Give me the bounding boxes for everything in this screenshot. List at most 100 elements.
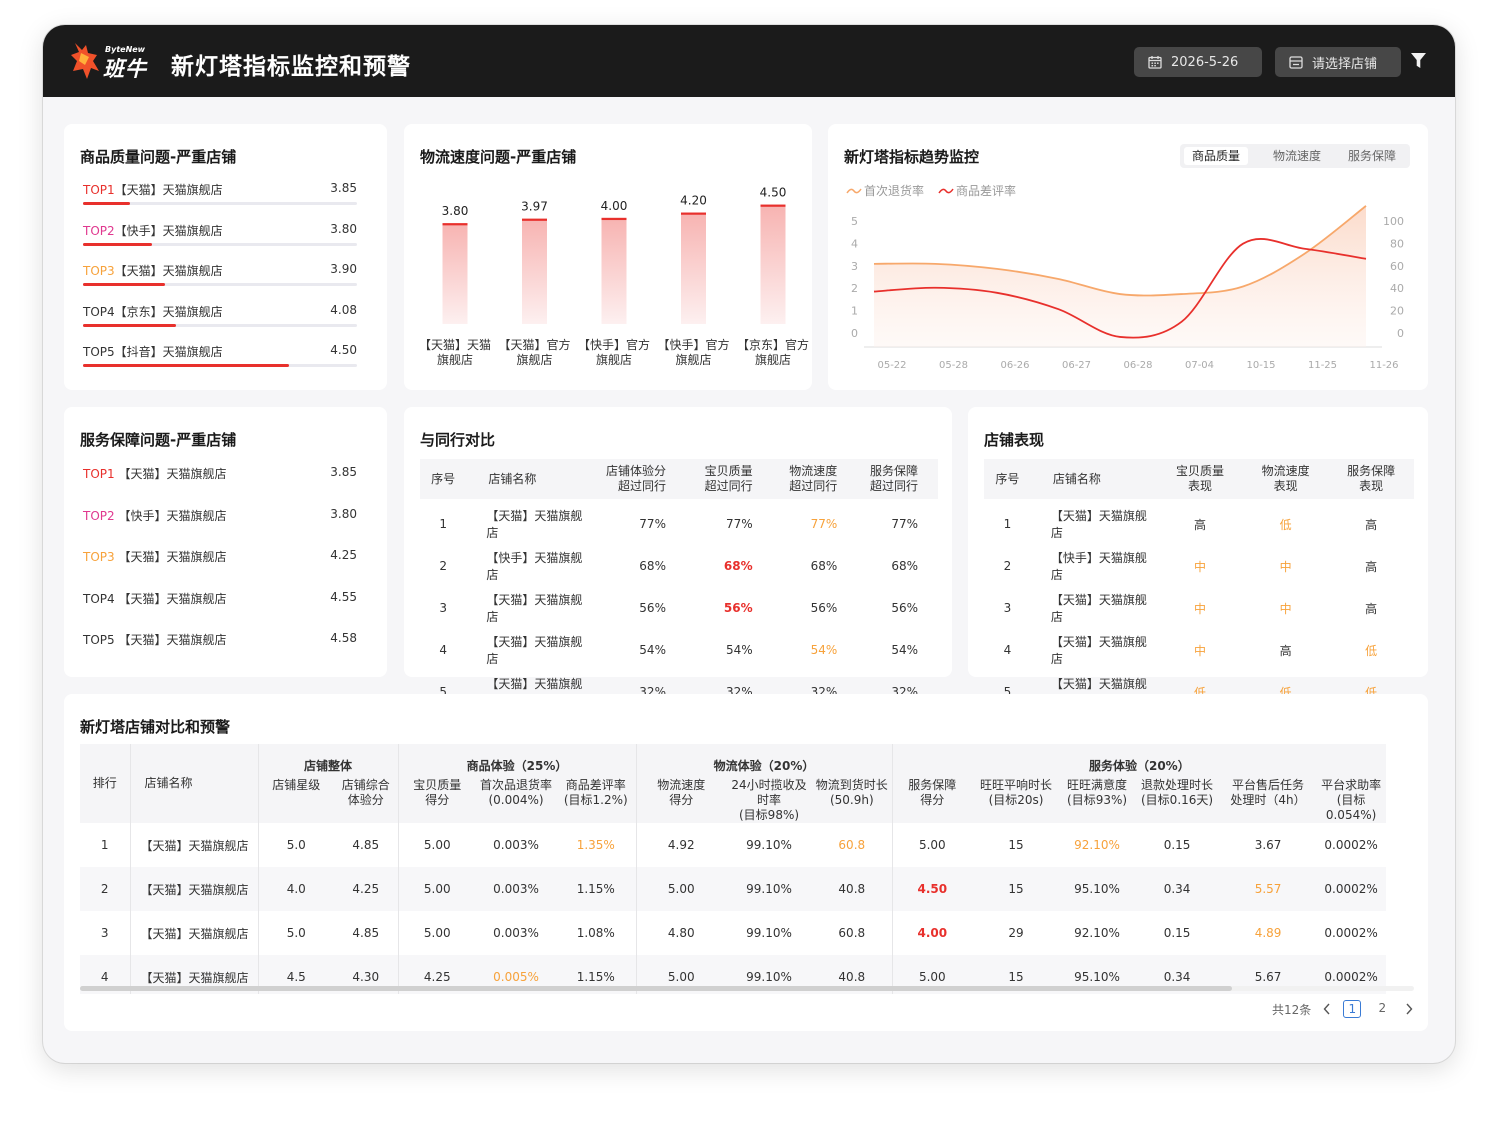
banniu-logo: ByteNew 班牛 [69,41,153,83]
x-axis-tick: 11-26 [1369,360,1398,371]
x-axis-tick: 06-26 [1000,360,1029,371]
date-picker-button[interactable]: 2026-5-26 [1134,47,1262,77]
table-row[interactable]: 2 【快手】天猫旗舰店 68% 68% 68% 68% [420,541,938,583]
list-item[interactable]: TOP5 【天猫】天猫旗舰店 4.58 [83,631,357,648]
table-row[interactable]: 3 【天猫】天猫旗舰店 中 中 高 [984,583,1414,625]
quality-card-title: 商品质量问题-严重店铺 [80,148,237,166]
rank-label: TOP5 [83,345,115,359]
table-cell: 5.00 [636,867,727,911]
table-cell: 中 [1193,601,1206,616]
store-name: 【天猫】天猫旗舰店 [118,591,227,606]
progress-track [83,283,357,286]
list-item[interactable]: TOP4 【天猫】天猫旗舰店 4.55 [83,590,357,607]
store-name: 【天猫】天猫旗舰店 [114,183,223,197]
store-select-button[interactable]: 请选择店铺 [1275,47,1401,77]
rank-label: TOP5 [83,633,119,647]
table-cell: 99.10% [746,838,792,852]
list-item[interactable]: TOP1【天猫】天猫旗舰店 3.85 [83,181,357,205]
table-cell: 15 [1008,838,1024,852]
list-item[interactable]: TOP2【快手】天猫旗舰店 3.80 [83,222,357,246]
trend-monitor-card: 新灯塔指标趋势监控 商品质量 物流速度 服务保障 首次退货率 商品差评率 012… [828,124,1428,390]
compare-table-scroll[interactable]: 排行 店铺名称 店铺整体 商品体验（25%） 物流体验（20%） 服务体验（20%） 店铺星… [80,744,1414,994]
table-cell: 4 [1003,643,1012,657]
table-cell: 40.8 [812,867,893,911]
table-row[interactable]: 3 【天猫】天猫旗舰店 5.0 4.85 5.00 0.003% 1.08% 4.80 99.1… [80,911,1386,955]
table-cell: 【快手】天猫旗舰店 [486,551,583,582]
column-header: 物流速度 超过同行 [766,459,852,499]
page-number[interactable]: 2 [1373,1000,1391,1018]
table-header-row: 序号 店铺名称 宝贝质量 表现 物流速度 表现 服务保障 表现 [984,459,1414,499]
column-header: 店铺综合 体验分 [334,778,399,823]
table-cell: 54% [891,643,918,657]
list-item[interactable]: TOP1 【天猫】天猫旗舰店 3.85 [83,465,357,482]
table-cell: 高 [1365,559,1378,574]
dashboard-window: ByteNew 班牛 新灯塔指标监控和预警 2026-5-26 请选择店铺 商品… [43,25,1455,1063]
pagination-total: 共12条 [1272,1002,1312,1017]
column-header: 物流速度 表现 [1242,459,1329,499]
table-cell: 1 [439,517,447,531]
table-row[interactable]: 1 【天猫】天猫旗舰店 高 低 高 [984,499,1414,541]
table-row[interactable]: 2 【快手】天猫旗舰店 中 中 高 [984,541,1414,583]
table-cell: 60.8 [812,823,893,867]
table-cell: 【快手】天猫旗舰店 [1050,551,1147,582]
column-header: 24小时揽收及时率 (目标98%) [726,778,813,823]
bar-category-label: 【天猫】天猫 旗舰店 [418,338,491,367]
next-page-icon[interactable] [1405,1003,1413,1015]
bar[interactable] [442,223,468,324]
column-header: 店铺名称 [466,459,584,499]
table-cell: 3.67 [1254,838,1282,852]
x-axis-tick: 11-25 [1308,360,1337,371]
list-item[interactable]: TOP5【抖音】天猫旗舰店 4.50 [83,343,357,367]
bar-category-label: 【京东】官方 旗舰店 [736,338,809,367]
column-header: 平台求助率 (目标0.054%) [1316,778,1387,823]
table-row[interactable]: 2 【天猫】天猫旗舰店 4.0 4.25 5.00 0.003% 1.15% 5.00 99.1… [80,867,1387,911]
table-row[interactable]: 1 【天猫】天猫旗舰店 77% 77% 77% 77% [420,499,938,541]
left-axis-tick: 1 [851,305,858,318]
rank-label: TOP3 [83,264,115,278]
bar[interactable] [522,218,547,324]
column-group-header: 服务体验（20%） [892,744,1387,778]
bar[interactable] [601,217,627,324]
table-cell: 5.0 [286,926,306,940]
horizontal-scrollbar[interactable] [80,986,1414,991]
column-group-header: 店铺整体 [258,744,399,778]
table-row[interactable]: 4 【天猫】天猫旗舰店 54% 54% 54% 54% [420,625,938,667]
list-item[interactable]: TOP3【天猫】天猫旗舰店 3.90 [83,262,357,286]
store-name-cell: 【天猫】天猫旗舰店 [130,867,259,911]
table-cell: 92.10% [1074,926,1120,940]
scrollbar-thumb[interactable] [80,986,1232,991]
table-row[interactable]: 3 【天猫】天猫旗舰店 56% 56% 56% 56% [420,583,938,625]
list-item[interactable]: TOP3 【天猫】天猫旗舰店 4.25 [83,548,357,565]
store-name: 【抖音】天猫旗舰店 [114,345,223,359]
column-header: 宝贝质量 表现 [1157,459,1243,499]
bar[interactable] [681,212,706,324]
filter-icon[interactable] [1411,53,1426,73]
score-value: 4.50 [330,343,357,357]
page-title: 新灯塔指标监控和预警 [171,54,411,80]
bar[interactable] [760,204,786,324]
rank-cell: 3 [80,911,131,955]
table-cell: 56% [723,601,753,615]
list-item[interactable]: TOP4【京东】天猫旗舰店 4.08 [83,303,357,327]
list-item[interactable]: TOP2 【快手】天猫旗舰店 3.80 [83,507,357,524]
x-axis-tick: 06-28 [1123,360,1152,371]
table-cell: 中 [1193,559,1206,574]
page-number[interactable]: 1 [1343,1000,1362,1018]
table-cell: 54% [639,643,666,657]
bar-category-label: 【天猫】官方 旗舰店 [498,338,571,367]
service-issue-card: 服务保障问题-严重店铺 TOP1 【天猫】天猫旗舰店 3.85 TOP2 【快手】天… [64,407,387,677]
rank-cell: 1 [80,823,131,867]
rank-label: TOP3 [83,550,119,564]
bar-top-line [681,212,706,215]
store-name: 【天猫】天猫旗舰店 [118,633,227,647]
x-axis-tick: 05-28 [939,360,968,371]
bar-category-label: 【快手】官方 旗舰店 [657,338,730,367]
prev-page-icon[interactable] [1323,1003,1331,1015]
table-row[interactable]: 4 【天猫】天猫旗舰店 中 高 低 [984,625,1414,667]
table-cell: 68% [891,559,918,573]
column-header: 退款处理时长 (目标0.16天) [1134,778,1221,823]
table-cell: 0.003% [493,838,539,852]
table-row[interactable]: 1 【天猫】天猫旗舰店 5.0 4.85 5.00 0.003% 1.35% 4.92 99.1… [80,823,1386,867]
score-value: 3.90 [330,262,357,276]
table-cell: 4 [439,643,447,657]
